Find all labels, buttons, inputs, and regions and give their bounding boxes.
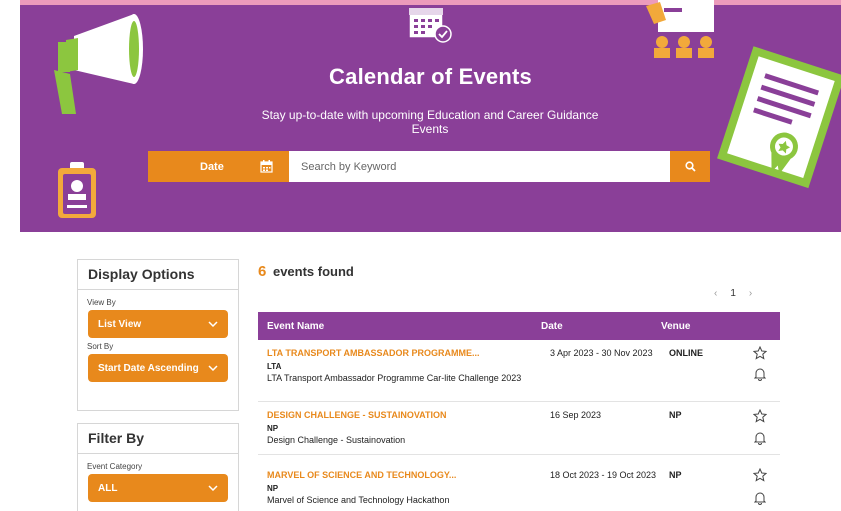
chevron-right-icon[interactable]: › <box>749 288 752 299</box>
filter-by-title: Filter By <box>78 424 238 454</box>
search-input[interactable] <box>289 151 670 182</box>
event-organizer: NP <box>267 484 279 493</box>
page-title: Calendar of Events <box>329 64 532 89</box>
page-number[interactable]: 1 <box>730 288 736 299</box>
bell-icon[interactable] <box>754 491 766 505</box>
view-by-value: List View <box>98 318 142 330</box>
pagination: ‹ 1 › <box>714 288 752 299</box>
bell-icon[interactable] <box>754 431 766 445</box>
sort-by-label: Sort By <box>87 342 114 351</box>
search-icon <box>684 161 696 172</box>
sort-by-value: Start Date Ascending <box>98 362 199 374</box>
results-count: 6 events found <box>258 263 354 280</box>
filter-by-panel: Filter By Event Category ALL <box>77 423 239 511</box>
star-icon[interactable] <box>753 346 767 360</box>
calendar-icon <box>260 160 273 173</box>
event-description: LTA Transport Ambassador Programme Car-l… <box>267 373 522 383</box>
star-icon[interactable] <box>753 468 767 482</box>
chevron-down-icon <box>208 321 218 327</box>
id-badge-icon <box>58 162 96 218</box>
event-date: 16 Sep 2023 <box>550 410 602 420</box>
event-description: Design Challenge - Sustainovation <box>267 435 406 445</box>
event-title-link[interactable]: DESIGN CHALLENGE - SUSTAINOVATION <box>267 410 447 420</box>
event-organizer: NP <box>267 424 279 433</box>
event-venue: ONLINE <box>669 348 704 358</box>
chevron-down-icon <box>208 485 218 491</box>
event-title-link[interactable]: LTA TRANSPORT AMBASSADOR PROGRAMME... <box>267 348 480 358</box>
header-event-name: Event Name <box>267 320 325 332</box>
page-subtitle: Stay up-to-date with upcoming Education … <box>261 108 599 136</box>
table-row: MARVEL OF SCIENCE AND TECHNOLOGY... NP M… <box>258 455 780 511</box>
display-options-panel: Display Options View By List View Sort B… <box>77 259 239 411</box>
bell-icon[interactable] <box>754 367 766 381</box>
event-date: 18 Oct 2023 - 19 Oct 2023 <box>550 470 657 480</box>
table-row: LTA TRANSPORT AMBASSADOR PROGRAMME... LT… <box>258 340 780 402</box>
event-date: 3 Apr 2023 - 30 Nov 2023 <box>550 348 653 358</box>
event-category-select[interactable]: ALL <box>88 474 228 502</box>
table-row: DESIGN CHALLENGE - SUSTAINOVATION NP Des… <box>258 402 780 455</box>
search-bar: Date <box>148 151 710 182</box>
calendar-check-icon <box>408 7 452 43</box>
view-by-select[interactable]: List View <box>88 310 228 338</box>
event-category-label: Event Category <box>87 462 143 471</box>
hero-banner: Calendar of Events Stay up-to-date with … <box>20 0 841 232</box>
star-icon[interactable] <box>753 409 767 423</box>
event-organizer: LTA <box>267 362 282 371</box>
table-header: Event Name Date Venue <box>258 312 780 340</box>
chevron-down-icon <box>208 365 218 371</box>
event-venue: NP <box>669 470 682 480</box>
results-count-number: 6 <box>258 263 267 280</box>
event-venue: NP <box>669 410 682 420</box>
view-by-label: View By <box>87 298 116 307</box>
event-title-link[interactable]: MARVEL OF SCIENCE AND TECHNOLOGY... <box>267 470 456 480</box>
events-table: Event Name Date Venue LTA TRANSPORT AMBA… <box>258 312 780 511</box>
date-filter-label: Date <box>200 160 224 173</box>
header-date: Date <box>541 320 563 332</box>
search-button[interactable] <box>670 151 710 182</box>
results-count-label: events found <box>272 264 354 279</box>
sort-by-select[interactable]: Start Date Ascending <box>88 354 228 382</box>
event-description: Marvel of Science and Technology Hackath… <box>267 495 450 505</box>
date-filter-button[interactable]: Date <box>148 151 289 182</box>
display-options-title: Display Options <box>78 260 238 290</box>
event-category-value: ALL <box>98 482 118 494</box>
chevron-left-icon[interactable]: ‹ <box>714 288 717 299</box>
header-venue: Venue <box>661 320 691 332</box>
